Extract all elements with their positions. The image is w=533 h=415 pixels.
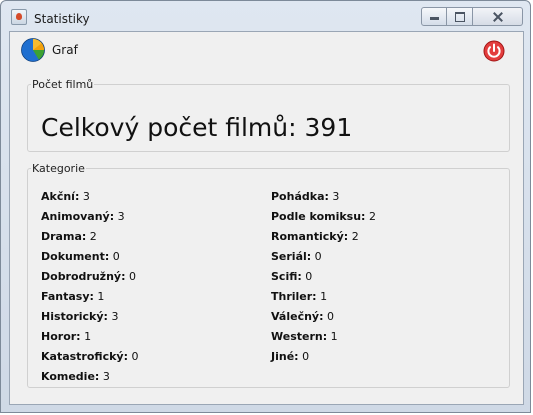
category-row: Akční: 3 bbox=[41, 187, 138, 207]
category-label: Scifi: bbox=[271, 270, 302, 283]
toolbar: Graf bbox=[10, 32, 523, 68]
category-row: Katastrofický: 0 bbox=[41, 347, 138, 367]
film-count-panel: Počet filmů Celkový počet filmů: 391 bbox=[27, 78, 510, 152]
category-count: 0 bbox=[302, 350, 310, 363]
category-row: Podle komiksu: 2 bbox=[271, 207, 376, 227]
category-label: Jiné: bbox=[271, 350, 299, 363]
category-row: Historický: 3 bbox=[41, 307, 138, 327]
category-count: 1 bbox=[84, 330, 92, 343]
category-row: Komedie: 3 bbox=[41, 367, 138, 387]
category-label: Akční: bbox=[41, 190, 80, 203]
category-count: 3 bbox=[102, 370, 110, 383]
category-row: Drama: 2 bbox=[41, 227, 138, 247]
maximize-button[interactable] bbox=[447, 7, 473, 26]
category-label: Horor: bbox=[41, 330, 81, 343]
film-count-legend: Počet filmů bbox=[32, 78, 94, 91]
category-count: 1 bbox=[320, 290, 328, 303]
category-row: Scifi: 0 bbox=[271, 267, 376, 287]
categories-legend: Kategorie bbox=[32, 162, 85, 175]
category-row: Horor: 1 bbox=[41, 327, 138, 347]
category-label: Seriál: bbox=[271, 250, 312, 263]
category-count: 3 bbox=[332, 190, 340, 203]
close-button[interactable] bbox=[473, 7, 523, 26]
category-label: Fantasy: bbox=[41, 290, 94, 303]
category-label: Animovaný: bbox=[41, 210, 115, 223]
category-count: 2 bbox=[89, 230, 97, 243]
category-label: Válečný: bbox=[271, 310, 324, 323]
statistics-window: Statistiky Graf Počet filmů Celkový poče… bbox=[0, 0, 531, 413]
category-label: Thriler: bbox=[271, 290, 317, 303]
category-count: 0 bbox=[131, 350, 139, 363]
window-title: Statistiky bbox=[34, 12, 90, 26]
category-row: Seriál: 0 bbox=[271, 247, 376, 267]
category-label: Komedie: bbox=[41, 370, 100, 383]
category-label: Western: bbox=[271, 330, 328, 343]
category-row: Jiné: 0 bbox=[271, 347, 376, 367]
category-label: Dobrodružný: bbox=[41, 270, 126, 283]
graph-button[interactable]: Graf bbox=[20, 36, 78, 64]
category-count: 1 bbox=[97, 290, 105, 303]
category-count: 0 bbox=[305, 270, 313, 283]
category-count: 1 bbox=[330, 330, 338, 343]
content-area: Graf Počet filmů Celkový počet filmů: 39… bbox=[9, 31, 524, 405]
categories-panel: Kategorie Akční: 3 Animovaný: 3 Drama: 2… bbox=[27, 162, 510, 388]
graph-button-label: Graf bbox=[52, 43, 78, 57]
category-label: Romantický: bbox=[271, 230, 349, 243]
category-count: 0 bbox=[128, 270, 136, 283]
category-count: 3 bbox=[117, 210, 125, 223]
category-row: Animovaný: 3 bbox=[41, 207, 138, 227]
category-label: Historický: bbox=[41, 310, 108, 323]
category-row: Pohádka: 3 bbox=[271, 187, 376, 207]
category-count: 0 bbox=[327, 310, 334, 323]
category-count: 2 bbox=[368, 210, 376, 223]
category-count: 3 bbox=[111, 310, 119, 323]
power-icon[interactable] bbox=[483, 40, 505, 62]
pie-chart-icon bbox=[21, 38, 45, 62]
total-films-text: Celkový počet filmů: 391 bbox=[41, 113, 353, 142]
category-row: Thriler: 1 bbox=[271, 287, 376, 307]
category-row: Fantasy: 1 bbox=[41, 287, 138, 307]
category-row: Dokument: 0 bbox=[41, 247, 138, 267]
category-count: 2 bbox=[351, 230, 359, 243]
title-bar[interactable]: Statistiky bbox=[1, 1, 532, 31]
category-count: 0 bbox=[314, 250, 322, 263]
java-app-icon bbox=[11, 9, 27, 25]
category-row: Dobrodružný: 0 bbox=[41, 267, 138, 287]
categories-right-column: Pohádka: 3 Podle komiksu: 2 Romantický: … bbox=[271, 187, 376, 367]
category-count: 0 bbox=[112, 250, 120, 263]
caption-buttons bbox=[421, 7, 523, 26]
category-label: Dokument: bbox=[41, 250, 110, 263]
category-label: Podle komiksu: bbox=[271, 210, 366, 223]
categories-left-column: Akční: 3 Animovaný: 3 Drama: 2 Dokument:… bbox=[41, 187, 138, 387]
category-count: 3 bbox=[82, 190, 90, 203]
category-row: Western: 1 bbox=[271, 327, 376, 347]
category-row: Válečný: 0 bbox=[271, 307, 376, 327]
category-label: Pohádka: bbox=[271, 190, 329, 203]
category-label: Katastrofický: bbox=[41, 350, 128, 363]
minimize-button[interactable] bbox=[421, 7, 447, 26]
category-label: Drama: bbox=[41, 230, 87, 243]
category-row: Romantický: 2 bbox=[271, 227, 376, 247]
